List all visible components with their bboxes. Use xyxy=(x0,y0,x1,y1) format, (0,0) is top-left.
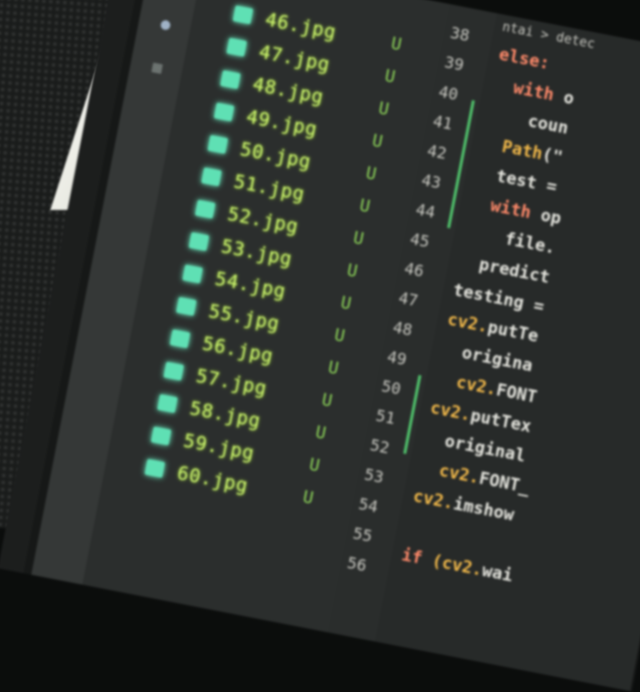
git-status-badge: U xyxy=(383,66,397,88)
file-name: 47.jpg xyxy=(257,40,332,77)
git-status-badge: U xyxy=(351,228,366,250)
code-token: cv2. xyxy=(428,398,473,426)
file-name: 48.jpg xyxy=(250,73,326,109)
line-number: 47 xyxy=(397,287,420,311)
code-token: (" xyxy=(540,144,565,169)
file-name: 51.jpg xyxy=(231,170,307,206)
git-status-badge: U xyxy=(370,131,385,153)
code-token: o xyxy=(561,87,576,110)
code-token: cv2. xyxy=(411,486,456,514)
photo-scene: ● ▦ 46.jpg U 47.jpg U 48.jpg U 49.jpg U 50.jpg U 5… xyxy=(0,0,640,692)
line-number: 54 xyxy=(357,494,380,517)
code-token: else: xyxy=(497,44,552,75)
line-number: 49 xyxy=(385,346,409,370)
code-token: FONT_ xyxy=(477,468,532,499)
file-name: 52.jpg xyxy=(225,202,301,239)
code-line: coun xyxy=(485,103,570,139)
code-line: Path(" xyxy=(480,133,564,168)
git-status-badge: U xyxy=(307,454,322,477)
line-number: 52 xyxy=(368,435,392,458)
code-token: Path xyxy=(480,132,545,165)
image-file-icon xyxy=(194,199,216,219)
image-file-icon xyxy=(169,329,191,349)
line-number: 46 xyxy=(402,258,426,281)
file-name: 50.jpg xyxy=(238,138,313,174)
file-name: 55.jpg xyxy=(206,299,282,336)
image-file-icon xyxy=(163,361,185,381)
code-token: with xyxy=(491,74,566,108)
git-status-badge: U xyxy=(332,325,347,347)
file-name: 59.jpg xyxy=(181,429,257,465)
file-name: 54.jpg xyxy=(213,267,288,303)
code-token: imshow xyxy=(451,494,516,526)
git-status-badge: U xyxy=(338,292,353,315)
code-token: cv2. xyxy=(445,309,490,338)
file-list: 46.jpg U 47.jpg U 48.jpg U 49.jpg U 50.jpg U 51.jp… xyxy=(144,0,449,509)
code-token: coun xyxy=(485,103,570,139)
line-number: 53 xyxy=(362,464,386,487)
line-number: 48 xyxy=(391,317,414,340)
line-number: 50 xyxy=(379,376,403,399)
git-status-badge: U xyxy=(326,357,341,380)
monitor: ● ▦ 46.jpg U 47.jpg U 48.jpg U 49.jpg U 50.jpg U 5… xyxy=(0,0,640,692)
image-file-icon xyxy=(207,134,229,154)
code-token: FONT xyxy=(494,380,539,408)
code-token: with xyxy=(468,191,543,226)
image-file-icon xyxy=(188,232,210,252)
image-file-icon xyxy=(213,102,235,122)
line-number: 39 xyxy=(442,52,466,75)
file-name: 57.jpg xyxy=(194,364,269,401)
line-number: 44 xyxy=(414,199,437,222)
code-token: if xyxy=(399,545,434,571)
git-status-badge: U xyxy=(357,195,372,218)
line-number: 40 xyxy=(437,81,460,105)
line-number: 45 xyxy=(408,229,432,252)
line-number: 38 xyxy=(448,22,472,46)
file-name: 49.jpg xyxy=(244,105,320,141)
git-status-badge: U xyxy=(320,390,334,412)
git-status-badge: U xyxy=(389,33,404,56)
code-token: cv2. xyxy=(434,368,499,400)
code-token: putTex xyxy=(468,405,533,438)
image-file-icon xyxy=(157,393,178,414)
code-token: cv2. xyxy=(417,456,482,489)
git-status-badge: U xyxy=(301,487,316,509)
image-file-icon xyxy=(175,296,197,316)
image-file-icon xyxy=(150,426,172,446)
vscode-window: ● ▦ 46.jpg U 47.jpg U 48.jpg U 49.jpg U 50.jpg U 5… xyxy=(31,0,640,692)
file-name: 58.jpg xyxy=(187,397,263,433)
line-number: 51 xyxy=(374,405,397,429)
line-number: 41 xyxy=(431,111,455,134)
code-line: with o xyxy=(491,74,576,110)
image-file-icon xyxy=(144,458,166,478)
file-name: 56.jpg xyxy=(200,332,276,368)
git-status-badge: U xyxy=(345,260,360,283)
line-number: 42 xyxy=(425,140,449,164)
line-number: 43 xyxy=(420,170,443,193)
git-status-badge: U xyxy=(376,98,391,121)
line-number: 56 xyxy=(345,553,369,576)
git-status-badge: U xyxy=(364,163,378,185)
file-name: 53.jpg xyxy=(219,235,294,271)
code-token: (cv2. xyxy=(430,551,485,581)
git-status-badge: U xyxy=(313,422,328,445)
code-line: else: xyxy=(497,45,551,74)
account-icon[interactable]: ● xyxy=(151,8,181,38)
code-line: if (cv2.wai xyxy=(400,545,514,586)
code-token: wai xyxy=(480,560,515,587)
image-file-icon xyxy=(226,37,248,57)
image-file-icon xyxy=(232,5,254,25)
code-token: op xyxy=(538,205,563,230)
image-file-icon xyxy=(220,70,241,90)
code-token: putTe xyxy=(485,317,540,347)
image-file-icon xyxy=(182,264,203,284)
line-number: 55 xyxy=(351,523,374,546)
image-file-icon xyxy=(201,167,222,187)
extensions-icon[interactable]: ▦ xyxy=(142,51,172,81)
line-numbers: 38 39 40 41 42 43 44 45 46 47 48 49 50 51 52 53 54 55 56 xyxy=(346,4,497,575)
file-name: 46.jpg xyxy=(263,8,338,44)
